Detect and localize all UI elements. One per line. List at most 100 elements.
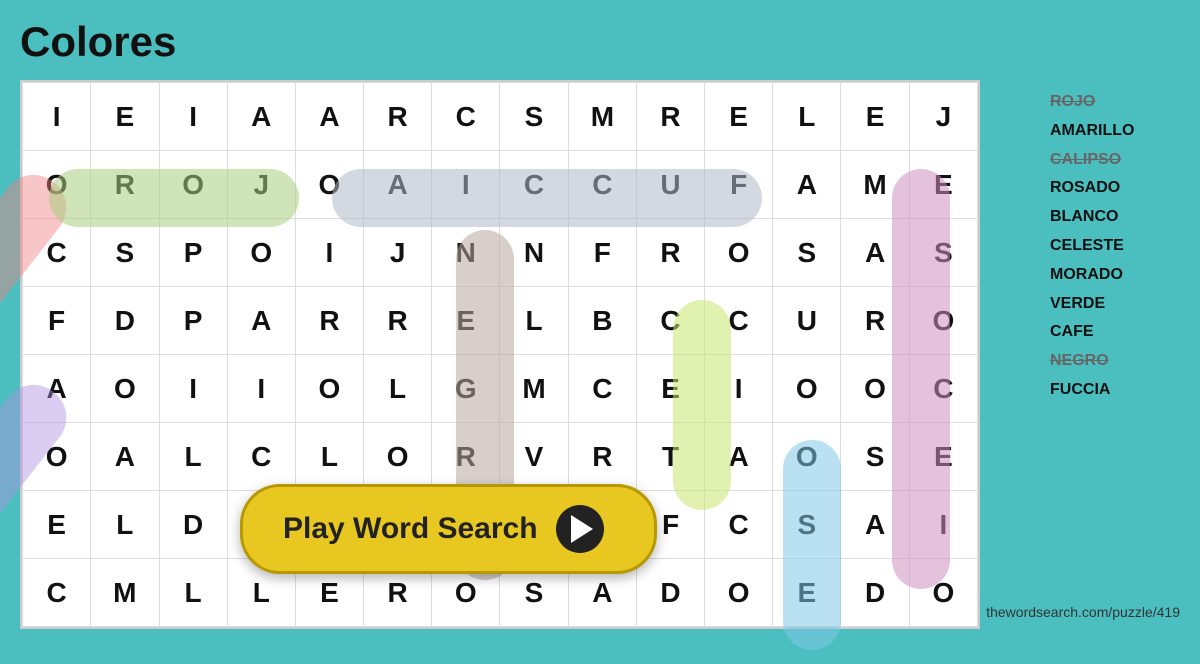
cell-5-13[interactable]: E xyxy=(909,423,977,491)
cell-6-11[interactable]: S xyxy=(773,491,841,559)
cell-0-7[interactable]: S xyxy=(500,83,568,151)
cell-7-0[interactable]: C xyxy=(23,559,91,627)
cell-4-5[interactable]: L xyxy=(364,355,432,423)
cell-5-2[interactable]: L xyxy=(159,423,227,491)
cell-0-13[interactable]: J xyxy=(909,83,977,151)
cell-5-5[interactable]: O xyxy=(364,423,432,491)
cell-3-7[interactable]: L xyxy=(500,287,568,355)
cell-1-8[interactable]: C xyxy=(568,151,636,219)
cell-4-13[interactable]: C xyxy=(909,355,977,423)
cell-3-11[interactable]: U xyxy=(773,287,841,355)
word-item-calipso: CALIPSO xyxy=(1050,146,1180,175)
cell-7-1[interactable]: M xyxy=(91,559,159,627)
cell-2-8[interactable]: F xyxy=(568,219,636,287)
cell-5-0[interactable]: O xyxy=(23,423,91,491)
cell-4-0[interactable]: A xyxy=(23,355,91,423)
cell-7-12[interactable]: D xyxy=(841,559,909,627)
cell-5-9[interactable]: T xyxy=(637,423,705,491)
cell-1-13[interactable]: E xyxy=(909,151,977,219)
cell-0-8[interactable]: M xyxy=(568,83,636,151)
cell-2-11[interactable]: S xyxy=(773,219,841,287)
cell-5-6[interactable]: R xyxy=(432,423,500,491)
cell-1-4[interactable]: O xyxy=(295,151,363,219)
cell-4-6[interactable]: G xyxy=(432,355,500,423)
cell-3-4[interactable]: R xyxy=(295,287,363,355)
cell-3-0[interactable]: F xyxy=(23,287,91,355)
cell-3-1[interactable]: D xyxy=(91,287,159,355)
cell-0-4[interactable]: A xyxy=(295,83,363,151)
cell-1-0[interactable]: O xyxy=(23,151,91,219)
cell-0-6[interactable]: C xyxy=(432,83,500,151)
cell-6-12[interactable]: A xyxy=(841,491,909,559)
cell-5-7[interactable]: V xyxy=(500,423,568,491)
cell-2-3[interactable]: O xyxy=(227,219,295,287)
cell-5-3[interactable]: C xyxy=(227,423,295,491)
cell-6-0[interactable]: E xyxy=(23,491,91,559)
cell-3-13[interactable]: O xyxy=(909,287,977,355)
cell-3-6[interactable]: E xyxy=(432,287,500,355)
cell-0-12[interactable]: E xyxy=(841,83,909,151)
cell-0-9[interactable]: R xyxy=(637,83,705,151)
cell-0-11[interactable]: L xyxy=(773,83,841,151)
cell-4-1[interactable]: O xyxy=(91,355,159,423)
cell-2-12[interactable]: A xyxy=(841,219,909,287)
cell-7-13[interactable]: O xyxy=(909,559,977,627)
cell-7-10[interactable]: O xyxy=(705,559,773,627)
cell-1-2[interactable]: O xyxy=(159,151,227,219)
cell-5-8[interactable]: R xyxy=(568,423,636,491)
cell-5-4[interactable]: L xyxy=(295,423,363,491)
cell-2-9[interactable]: R xyxy=(637,219,705,287)
cell-3-10[interactable]: C xyxy=(705,287,773,355)
cell-5-1[interactable]: A xyxy=(91,423,159,491)
cell-4-11[interactable]: O xyxy=(773,355,841,423)
cell-3-3[interactable]: A xyxy=(227,287,295,355)
cell-7-11[interactable]: E xyxy=(773,559,841,627)
cell-6-13[interactable]: I xyxy=(909,491,977,559)
cell-1-9[interactable]: U xyxy=(637,151,705,219)
cell-1-6[interactable]: I xyxy=(432,151,500,219)
play-word-search-button[interactable]: Play Word Search xyxy=(240,484,657,574)
cell-6-1[interactable]: L xyxy=(91,491,159,559)
cell-2-7[interactable]: N xyxy=(500,219,568,287)
cell-1-5[interactable]: A xyxy=(364,151,432,219)
cell-3-8[interactable]: B xyxy=(568,287,636,355)
cell-5-12[interactable]: S xyxy=(841,423,909,491)
cell-4-7[interactable]: M xyxy=(500,355,568,423)
cell-1-1[interactable]: R xyxy=(91,151,159,219)
cell-4-12[interactable]: O xyxy=(841,355,909,423)
cell-1-11[interactable]: A xyxy=(773,151,841,219)
cell-2-13[interactable]: S xyxy=(909,219,977,287)
cell-4-10[interactable]: I xyxy=(705,355,773,423)
cell-2-6[interactable]: N xyxy=(432,219,500,287)
cell-1-10[interactable]: F xyxy=(705,151,773,219)
cell-0-10[interactable]: E xyxy=(705,83,773,151)
cell-3-9[interactable]: C xyxy=(637,287,705,355)
cell-6-10[interactable]: C xyxy=(705,491,773,559)
cell-0-5[interactable]: R xyxy=(364,83,432,151)
cell-4-8[interactable]: C xyxy=(568,355,636,423)
cell-2-4[interactable]: I xyxy=(295,219,363,287)
cell-0-3[interactable]: A xyxy=(227,83,295,151)
cell-5-11[interactable]: O xyxy=(773,423,841,491)
cell-3-12[interactable]: R xyxy=(841,287,909,355)
cell-4-2[interactable]: I xyxy=(159,355,227,423)
cell-6-2[interactable]: D xyxy=(159,491,227,559)
cell-3-5[interactable]: R xyxy=(364,287,432,355)
cell-0-1[interactable]: E xyxy=(91,83,159,151)
cell-2-10[interactable]: O xyxy=(705,219,773,287)
cell-0-2[interactable]: I xyxy=(159,83,227,151)
cell-4-4[interactable]: O xyxy=(295,355,363,423)
cell-1-12[interactable]: M xyxy=(841,151,909,219)
cell-2-0[interactable]: C xyxy=(23,219,91,287)
cell-1-7[interactable]: C xyxy=(500,151,568,219)
cell-5-10[interactable]: A xyxy=(705,423,773,491)
cell-2-5[interactable]: J xyxy=(364,219,432,287)
cell-2-2[interactable]: P xyxy=(159,219,227,287)
cell-0-0[interactable]: I xyxy=(23,83,91,151)
cell-1-3[interactable]: J xyxy=(227,151,295,219)
cell-2-1[interactable]: S xyxy=(91,219,159,287)
cell-4-3[interactable]: I xyxy=(227,355,295,423)
cell-7-2[interactable]: L xyxy=(159,559,227,627)
cell-4-9[interactable]: E xyxy=(637,355,705,423)
cell-3-2[interactable]: P xyxy=(159,287,227,355)
